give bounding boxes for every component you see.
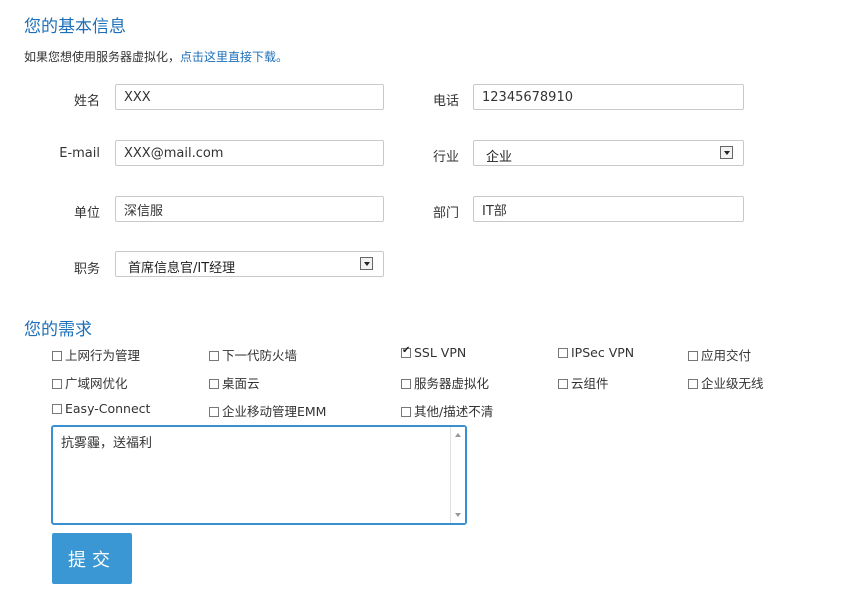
option-label: 下一代防火墙 xyxy=(222,348,298,363)
checkbox[interactable] xyxy=(52,351,62,361)
option-label: 其他/描述不清 xyxy=(414,404,494,419)
download-link[interactable]: 点击这里直接下载。 xyxy=(180,50,288,64)
department-input[interactable] xyxy=(473,196,744,222)
name-input[interactable] xyxy=(115,84,384,110)
email-input[interactable] xyxy=(115,140,384,166)
description-textarea[interactable]: 抗雾霾，送福利 xyxy=(51,425,467,525)
name-label: 姓名 xyxy=(73,94,100,109)
position-select[interactable]: 首席信息官/IT经理 xyxy=(115,251,384,277)
option-label: 应用交付 xyxy=(701,348,752,363)
option-easy-connect[interactable]: Easy-Connect xyxy=(52,401,150,416)
submit-button[interactable]: 提交 xyxy=(52,533,132,584)
option-enterprise-wireless[interactable]: 企业级无线 xyxy=(688,373,764,392)
option-label: 企业级无线 xyxy=(701,376,764,391)
checkbox[interactable] xyxy=(688,351,698,361)
option-ipsec-vpn[interactable]: IPSec VPN xyxy=(558,345,634,360)
checkbox[interactable] xyxy=(558,379,568,389)
option-ngfw[interactable]: 下一代防火墙 xyxy=(209,345,297,364)
intro-message: 如果您想使用服务器虚拟化， xyxy=(24,50,181,64)
option-wan-optimization[interactable]: 广域网优化 xyxy=(52,373,128,392)
option-emm[interactable]: 企业移动管理EMM xyxy=(209,401,326,420)
option-desktop-cloud[interactable]: 桌面云 xyxy=(209,373,260,392)
industry-selected-value: 企业 xyxy=(486,150,513,165)
checkbox[interactable] xyxy=(401,407,411,417)
checkbox[interactable] xyxy=(401,379,411,389)
option-ssl-vpn[interactable]: SSL VPN xyxy=(401,345,466,360)
checkbox[interactable] xyxy=(209,351,219,361)
position-label: 职务 xyxy=(73,262,100,277)
option-label: Easy-Connect xyxy=(65,401,151,416)
scroll-down-arrow-icon[interactable] xyxy=(455,513,461,517)
option-label: 云组件 xyxy=(571,376,609,391)
option-web-behavior-management[interactable]: 上网行为管理 xyxy=(52,345,140,364)
checkbox-checked[interactable] xyxy=(401,345,411,358)
checkbox[interactable] xyxy=(209,407,219,417)
email-label: E-mail xyxy=(59,146,100,161)
option-label: SSL VPN xyxy=(414,345,467,360)
scroll-up-arrow-icon[interactable] xyxy=(455,433,461,437)
option-label: IPSec VPN xyxy=(571,345,635,360)
basic-info-title: 您的基本信息 xyxy=(24,17,126,37)
checkbox[interactable] xyxy=(688,379,698,389)
dropdown-arrow-icon[interactable] xyxy=(360,257,373,270)
phone-input[interactable] xyxy=(473,84,744,110)
checkbox[interactable] xyxy=(209,379,219,389)
description-text: 抗雾霾，送福利 xyxy=(61,436,153,451)
phone-label: 电话 xyxy=(432,94,459,109)
option-cloud-component[interactable]: 云组件 xyxy=(558,373,609,392)
textarea-scrollbar[interactable] xyxy=(450,427,465,523)
company-input[interactable] xyxy=(115,196,384,222)
option-label: 上网行为管理 xyxy=(65,348,141,363)
option-label: 服务器虚拟化 xyxy=(414,376,490,391)
checkbox[interactable] xyxy=(52,379,62,389)
industry-select[interactable]: 企业 xyxy=(473,140,744,166)
department-label: 部门 xyxy=(432,206,459,221)
checkbox[interactable] xyxy=(558,348,568,358)
company-label: 单位 xyxy=(73,206,100,221)
dropdown-arrow-icon[interactable] xyxy=(720,146,733,159)
checkbox[interactable] xyxy=(52,404,62,414)
option-server-virtualization[interactable]: 服务器虚拟化 xyxy=(401,373,489,392)
option-label: 广域网优化 xyxy=(65,376,128,391)
option-label: 企业移动管理EMM xyxy=(222,404,327,419)
needs-title: 您的需求 xyxy=(24,320,92,340)
option-other[interactable]: 其他/描述不清 xyxy=(401,401,493,420)
option-label: 桌面云 xyxy=(222,376,260,391)
option-app-delivery[interactable]: 应用交付 xyxy=(688,345,751,364)
intro-text: 如果您想使用服务器虚拟化，点击这里直接下载。 xyxy=(24,48,288,65)
position-selected-value: 首席信息官/IT经理 xyxy=(128,261,236,276)
industry-label: 行业 xyxy=(432,150,459,165)
